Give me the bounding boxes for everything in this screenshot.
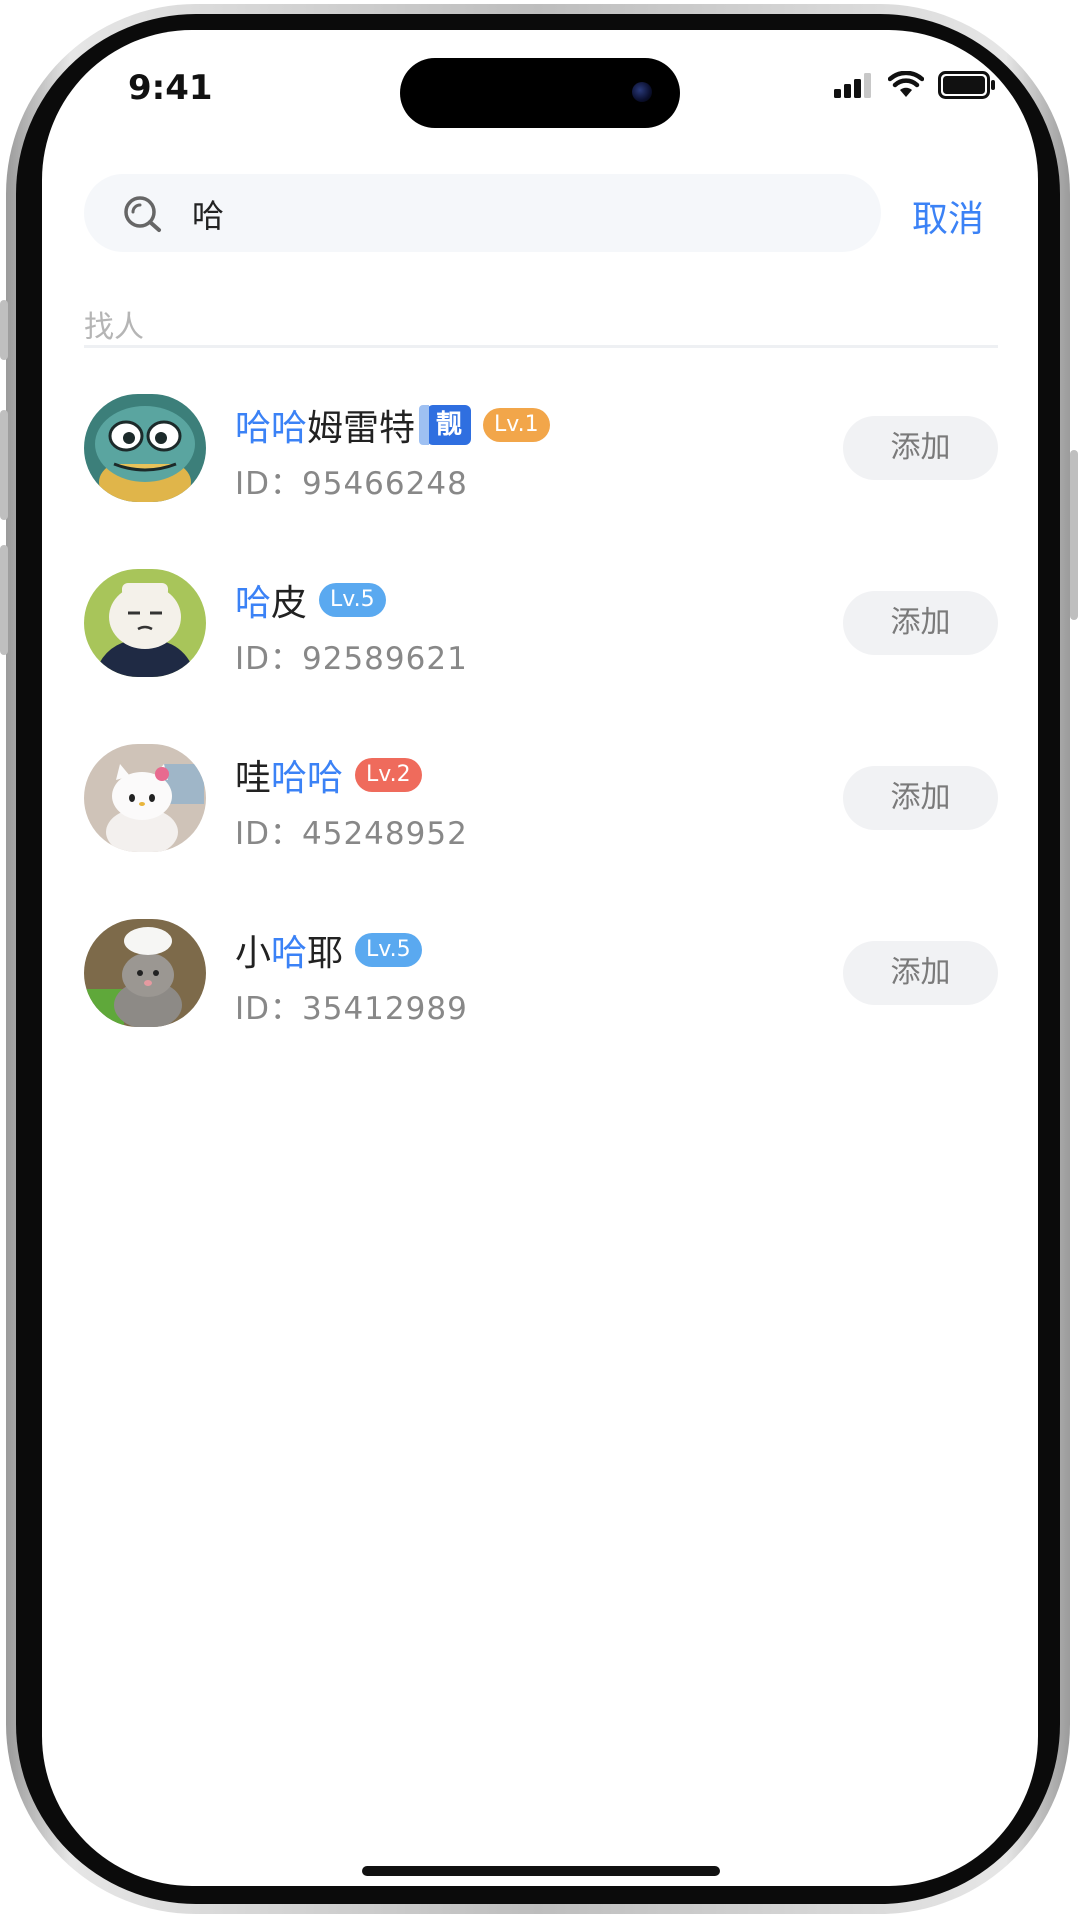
user-id: ID：92589621 (235, 641, 468, 677)
add-friend-button[interactable]: 添加 (843, 941, 998, 1005)
chef-mouse-avatar (84, 919, 206, 1027)
user-name-text: 小哈耶 (235, 933, 344, 974)
user-id: ID：35412989 (235, 991, 468, 1027)
user-name-text: 哇哈哈 (235, 758, 344, 799)
search-bar[interactable] (84, 174, 881, 252)
list-item[interactable]: 小哈耶 Lv.5 ID：35412989 添加 (84, 919, 998, 1039)
volume-down-button (0, 545, 8, 655)
user-name-text: 哈哈姆雷特 (235, 408, 416, 449)
home-indicator[interactable] (362, 1866, 720, 1876)
pretty-id-badge: 靓 (419, 405, 472, 445)
list-item[interactable]: 哇哈哈 Lv.2 ID：45248952 添加 (84, 744, 998, 864)
camera-icon (632, 82, 652, 102)
user-id: ID：45248952 (235, 816, 468, 852)
user-name: 小哈耶 Lv.5 (235, 925, 422, 975)
volume-up-button (0, 410, 8, 520)
list-item[interactable]: 哈哈姆雷特 靓 Lv.1 ID：95466248 添加 (84, 394, 998, 514)
action-button (0, 300, 8, 360)
status-icons (834, 70, 996, 100)
level-badge: Lv.5 (355, 933, 422, 967)
level-badge: Lv.1 (483, 408, 550, 442)
cartoon-bird-avatar (84, 394, 206, 502)
search-input[interactable] (190, 190, 834, 238)
user-name: 哈皮 Lv.5 (235, 575, 386, 625)
level-badge: Lv.2 (355, 758, 422, 792)
power-button (1070, 450, 1078, 620)
level-badge: Lv.5 (319, 583, 386, 617)
divider (84, 345, 998, 348)
status-time: 9:41 (128, 68, 213, 108)
user-name-text: 哈皮 (235, 583, 308, 624)
user-name: 哈哈姆雷特 靓 Lv.1 (235, 400, 550, 450)
screen: 9:41 取消 找人 (42, 30, 1038, 1886)
search-icon (124, 196, 161, 232)
section-label: 找人 (84, 310, 144, 345)
add-friend-button[interactable]: 添加 (843, 766, 998, 830)
dynamic-island (400, 58, 680, 128)
cellular-signal-icon (834, 73, 871, 98)
cancel-button[interactable]: 取消 (912, 190, 984, 242)
add-friend-button[interactable]: 添加 (843, 591, 998, 655)
user-name: 哇哈哈 Lv.2 (235, 750, 422, 800)
battery-icon (938, 71, 995, 99)
add-friend-button[interactable]: 添加 (843, 416, 998, 480)
sleepy-character-avatar (84, 569, 206, 677)
wifi-icon (888, 71, 924, 97)
hello-kitty-avatar (84, 744, 206, 852)
list-item[interactable]: 哈皮 Lv.5 ID：92589621 添加 (84, 569, 998, 689)
user-id: ID：95466248 (235, 466, 468, 502)
